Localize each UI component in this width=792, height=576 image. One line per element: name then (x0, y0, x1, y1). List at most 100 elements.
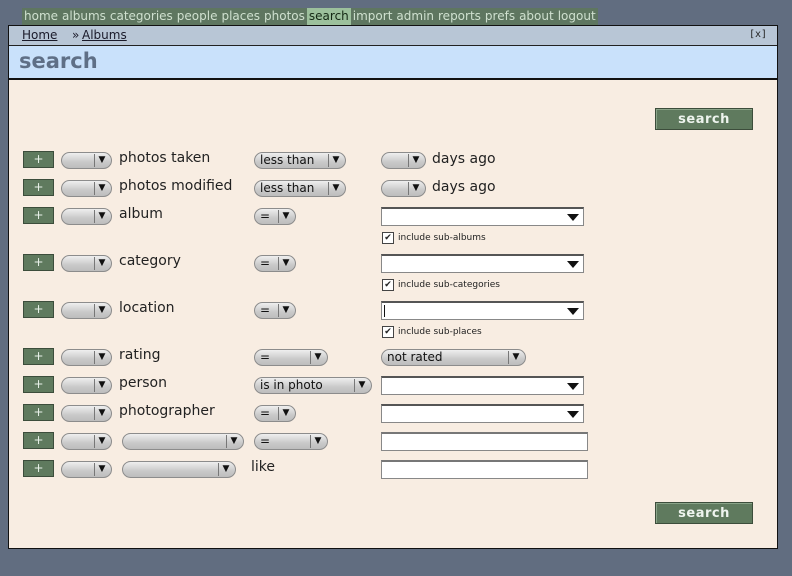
conjunction-select[interactable]: ▼ (61, 433, 112, 450)
checkbox-icon: ✔ (382, 279, 394, 291)
operator-select[interactable]: = ▼ (254, 405, 296, 422)
checkbox-icon: ✔ (382, 232, 394, 244)
operator-select[interactable]: is in photo ▼ (254, 377, 372, 394)
nav-item-categories[interactable]: categories (108, 8, 175, 25)
custom-text-input[interactable] (381, 460, 588, 479)
dropdown-arrow-icon: ▼ (94, 210, 109, 223)
dropdown-arrow-icon: ▼ (408, 182, 423, 195)
operator-value: less than (260, 153, 315, 167)
operator-select[interactable]: = ▼ (254, 349, 328, 366)
nav-item-search[interactable]: search (306, 8, 351, 25)
custom-value-input[interactable] (381, 432, 588, 451)
person-combo[interactable] (381, 376, 584, 395)
nav-item-people[interactable]: people (175, 8, 220, 25)
search-button-bottom[interactable]: search (655, 502, 753, 524)
conjunction-select[interactable]: ▼ (61, 255, 112, 272)
nav-item-albums[interactable]: albums (60, 8, 108, 25)
category-combo[interactable] (381, 254, 584, 273)
close-button[interactable]: [x] (749, 29, 767, 40)
include-sub-albums-checkbox[interactable]: ✔ include sub-albums (382, 232, 486, 244)
dropdown-arrow-icon: ▼ (94, 351, 109, 364)
nav-item-reports[interactable]: reports (436, 8, 483, 25)
include-sub-places-checkbox[interactable]: ✔ include sub-places (382, 326, 482, 338)
nav-item-admin[interactable]: admin (394, 8, 436, 25)
operator-select[interactable]: = ▼ (254, 255, 296, 272)
add-row-button[interactable]: + (23, 301, 54, 318)
add-row-button[interactable]: + (23, 460, 54, 477)
field-label-photographer: photographer (119, 403, 215, 419)
conjunction-select[interactable]: ▼ (61, 405, 112, 422)
dropdown-arrow-icon: ▼ (94, 435, 109, 448)
add-row-button[interactable]: + (23, 404, 54, 421)
dropdown-arrow-icon: ▼ (310, 435, 325, 448)
top-nav: home albums categories people places photos se… (22, 8, 598, 25)
dropdown-arrow-icon: ▼ (94, 154, 109, 167)
nav-item-photos[interactable]: photos (262, 8, 307, 25)
days-select[interactable]: ▼ (381, 180, 426, 197)
dropdown-arrow-icon: ▼ (354, 379, 369, 392)
operator-select[interactable]: = ▼ (254, 302, 296, 319)
rating-select[interactable]: not rated ▼ (381, 349, 526, 366)
dropdown-arrow-icon: ▼ (278, 304, 293, 317)
operator-select[interactable]: = ▼ (254, 433, 328, 450)
custom-field-select[interactable]: ▼ (122, 461, 236, 478)
conjunction-select[interactable]: ▼ (61, 208, 112, 225)
nav-item-logout[interactable]: logout (556, 8, 598, 25)
rating-value: not rated (387, 350, 443, 364)
conjunction-select[interactable]: ▼ (61, 152, 112, 169)
add-row-button[interactable]: + (23, 179, 54, 196)
add-row-button[interactable]: + (23, 151, 54, 168)
dropdown-arrow-icon: ▼ (278, 210, 293, 223)
checkbox-label: include sub-places (398, 327, 482, 337)
add-row-button[interactable]: + (23, 376, 54, 393)
include-sub-categories-checkbox[interactable]: ✔ include sub-categories (382, 279, 500, 291)
dropdown-arrow-icon: ▼ (94, 379, 109, 392)
dropdown-arrow-icon: ▼ (218, 463, 233, 476)
dropdown-arrow-icon: ▼ (328, 182, 343, 195)
dropdown-arrow-icon: ▼ (94, 304, 109, 317)
custom-field-select[interactable]: ▼ (122, 433, 244, 450)
photographer-combo[interactable] (381, 404, 584, 423)
operator-select[interactable]: = ▼ (254, 208, 296, 225)
dropdown-arrow-icon (567, 308, 579, 315)
add-row-button[interactable]: + (23, 348, 54, 365)
days-select[interactable]: ▼ (381, 152, 426, 169)
operator-value: = (260, 434, 271, 448)
operator-select[interactable]: less than ▼ (254, 152, 346, 169)
location-combo[interactable] (381, 301, 584, 320)
page-title: search (19, 49, 98, 73)
nav-item-places[interactable]: places (219, 8, 262, 25)
dropdown-arrow-icon: ▼ (94, 182, 109, 195)
field-label-location: location (119, 300, 175, 316)
operator-value: = (260, 406, 271, 420)
conjunction-select[interactable]: ▼ (61, 461, 112, 478)
field-label-album: album (119, 206, 163, 222)
conjunction-select[interactable]: ▼ (61, 377, 112, 394)
field-label-photos-taken: photos taken (119, 150, 211, 166)
nav-item-prefs[interactable]: prefs (483, 8, 517, 25)
conjunction-select[interactable]: ▼ (61, 349, 112, 366)
breadcrumb-albums-link[interactable]: Albums (82, 28, 127, 42)
nav-item-import[interactable]: import (351, 8, 395, 25)
nav-item-home[interactable]: home (22, 8, 60, 25)
checkbox-icon: ✔ (382, 326, 394, 338)
field-label-category: category (119, 253, 181, 269)
field-label-photos-modified: photos modified (119, 178, 233, 194)
album-combo[interactable] (381, 207, 584, 226)
breadcrumb: Home » Albums [x] (9, 26, 777, 46)
nav-item-about[interactable]: about (517, 8, 556, 25)
dropdown-arrow-icon: ▼ (328, 154, 343, 167)
breadcrumb-separator: » (72, 28, 80, 42)
add-row-button[interactable]: + (23, 432, 54, 449)
dropdown-arrow-icon: ▼ (310, 351, 325, 364)
operator-value: = (260, 209, 271, 223)
search-button-top[interactable]: search (655, 108, 753, 130)
breadcrumb-home-link[interactable]: Home (22, 28, 57, 42)
operator-select[interactable]: less than ▼ (254, 180, 346, 197)
conjunction-select[interactable]: ▼ (61, 180, 112, 197)
dropdown-arrow-icon: ▼ (94, 463, 109, 476)
dropdown-arrow-icon (567, 411, 579, 418)
add-row-button[interactable]: + (23, 254, 54, 271)
conjunction-select[interactable]: ▼ (61, 302, 112, 319)
add-row-button[interactable]: + (23, 207, 54, 224)
